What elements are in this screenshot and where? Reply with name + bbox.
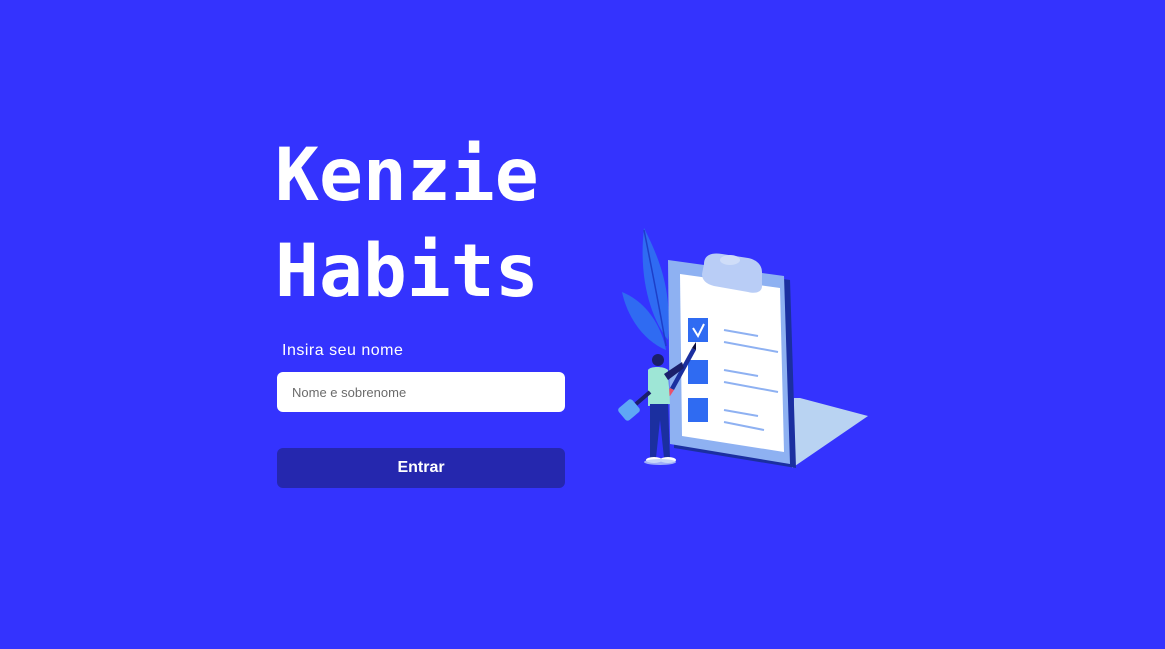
app-title-line-2: Habits xyxy=(275,229,539,314)
name-label: Insira seu nome xyxy=(282,342,404,359)
app-title-line-1: Kenzie xyxy=(275,133,539,218)
clipboard-checklist-illustration xyxy=(618,228,868,468)
shadow-shape xyxy=(792,398,868,468)
checkbox-icon xyxy=(688,398,708,422)
login-page: Kenzie Habits Insira seu nome Entrar xyxy=(0,0,1165,649)
name-input[interactable] xyxy=(277,372,565,412)
checked-box-icon xyxy=(688,318,708,342)
leaf-icon xyxy=(622,228,669,350)
app-title: Kenzie Habits xyxy=(275,128,539,320)
checkbox-icon xyxy=(688,360,708,384)
enter-button[interactable]: Entrar xyxy=(277,448,565,488)
